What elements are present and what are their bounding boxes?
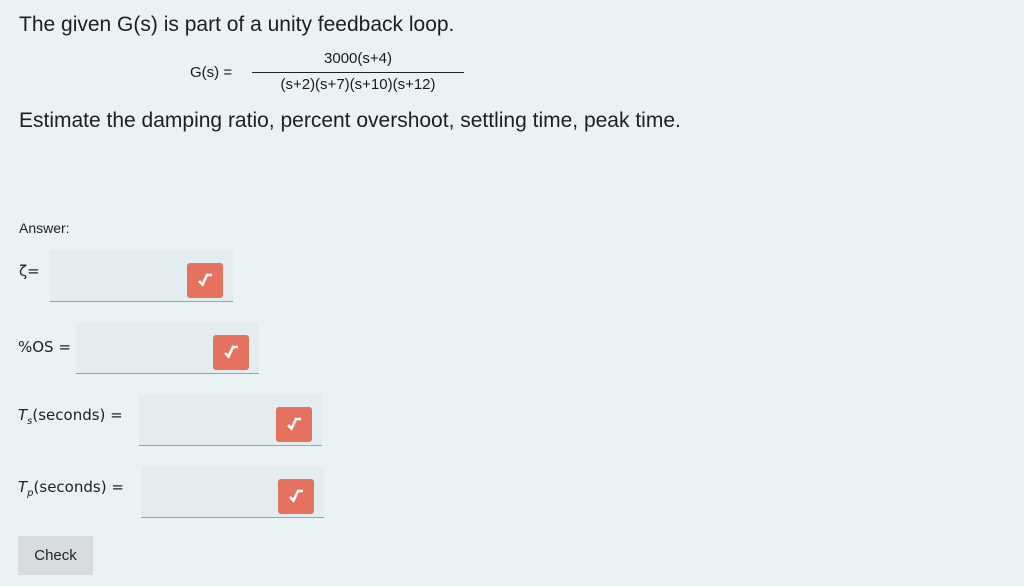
peak-time-input[interactable] <box>141 466 324 518</box>
question-prompt: Estimate the damping ratio, percent over… <box>19 109 681 132</box>
square-root-icon[interactable] <box>278 479 314 514</box>
percent-overshoot-label: %OS = <box>18 338 71 356</box>
settling-time-symbol: T <box>18 406 28 424</box>
peak-time-input-field[interactable] <box>141 466 274 517</box>
zeta-input[interactable] <box>50 250 233 302</box>
zeta-label: ζ= <box>19 262 40 280</box>
peak-time-symbol: T <box>18 478 28 496</box>
formula-lhs: G(s) = <box>190 64 233 81</box>
peak-time-label: Tp(seconds) = <box>18 478 124 499</box>
formula-denominator: (s+2)(s+7)(s+10)(s+12) <box>280 76 436 93</box>
peak-time-unit: (seconds) = <box>33 478 124 496</box>
square-root-icon[interactable] <box>213 335 249 370</box>
settling-time-unit: (seconds) = <box>32 406 123 424</box>
formula-numerator: 3000(s+4) <box>324 50 392 67</box>
percent-overshoot-input[interactable] <box>76 322 259 374</box>
square-root-icon[interactable] <box>187 263 223 298</box>
settling-time-label: Ts(seconds) = <box>18 406 123 427</box>
check-button[interactable]: Check <box>18 536 93 575</box>
zeta-input-field[interactable] <box>50 250 183 301</box>
settling-time-input[interactable] <box>139 394 322 446</box>
square-root-icon[interactable] <box>276 407 312 442</box>
settling-time-input-field[interactable] <box>139 394 272 445</box>
formula-fraction: 3000(s+4) (s+2)(s+7)(s+10)(s+12) <box>252 48 464 95</box>
percent-overshoot-input-field[interactable] <box>76 322 209 373</box>
question-intro: The given G(s) is part of a unity feedba… <box>19 13 455 36</box>
answer-label: Answer: <box>19 220 70 236</box>
